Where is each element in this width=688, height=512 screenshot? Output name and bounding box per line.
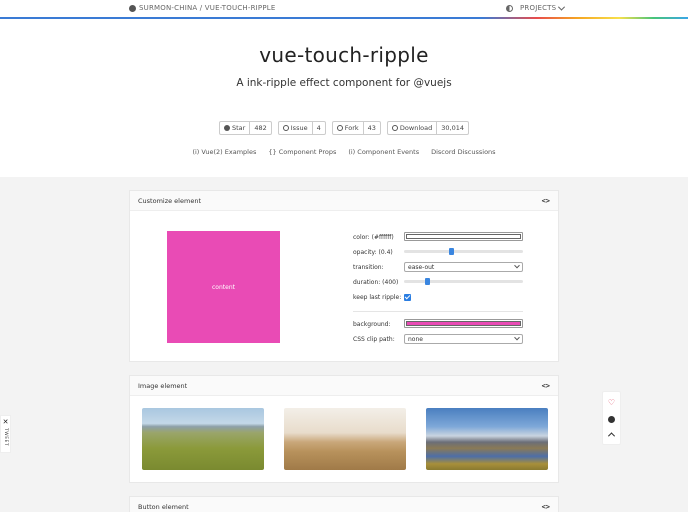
star-badge[interactable]: Star 482 [219, 121, 272, 135]
keep-last-row: keep last ripple: [353, 291, 523, 306]
x-icon: ✕ [2, 418, 9, 426]
props-link[interactable]: {} Component Props [268, 148, 336, 156]
github-icon [224, 125, 230, 131]
background-swatch [406, 321, 521, 326]
github-icon[interactable] [608, 415, 615, 423]
chevron-up-icon[interactable] [607, 432, 616, 440]
clip-path-select[interactable]: none [404, 334, 523, 344]
repo-link-label: SURMON-CHINA / VUE-TOUCH-RIPPLE [139, 4, 276, 12]
events-link[interactable]: (i) Component Events [348, 148, 419, 156]
card-header: Customize element <> [130, 191, 558, 211]
controls-panel: color: (#ffffff) opacity: (0.4) transiti… [353, 231, 523, 348]
issue-icon [282, 125, 289, 131]
projects-label: PROJECTS [520, 4, 557, 12]
opacity-slider[interactable] [404, 247, 523, 256]
code-toggle-icon[interactable]: <> [542, 197, 550, 205]
ripple-image-2[interactable] [284, 408, 406, 470]
transition-label: transition: [353, 264, 384, 271]
card-header: Image element <> [130, 376, 558, 396]
transition-select[interactable]: ease-out [404, 262, 523, 272]
download-badge[interactable]: Download 30,014 [386, 121, 469, 135]
keep-last-checkbox[interactable] [404, 294, 411, 301]
customize-card: Customize element <> content color: (#ff… [129, 190, 559, 362]
keep-last-checkbox-wrap [404, 294, 523, 301]
color-input[interactable] [404, 232, 523, 241]
card-header: Button element <> [130, 497, 558, 512]
fork-badge[interactable]: Fork 43 [331, 121, 381, 135]
color-label: color: (#ffffff) [353, 234, 394, 241]
badge-count: 43 [367, 124, 376, 132]
clip-path-label: CSS clip path: [353, 336, 395, 343]
github-icon [129, 4, 136, 12]
badge-row: Star 482 Issue 4 Fork 43 Download 30,014 [0, 121, 688, 135]
download-icon [391, 125, 398, 131]
badge-count: 482 [254, 124, 267, 132]
button-card: Button element <> [129, 496, 559, 512]
examples-link[interactable]: (i) Vue(2) Examples [192, 148, 256, 156]
divider [353, 311, 523, 312]
ripple-image-3[interactable] [426, 408, 548, 470]
card-title: Image element [138, 381, 188, 390]
background-label: background: [353, 321, 391, 328]
repo-link[interactable]: SURMON-CHINA / VUE-TOUCH-RIPPLE [129, 4, 276, 12]
slider-thumb[interactable] [448, 248, 454, 255]
code-toggle-icon[interactable]: <> [542, 382, 550, 390]
background-input[interactable] [404, 319, 523, 328]
card-title: Customize element [138, 196, 201, 205]
doc-links: (i) Vue(2) Examples {} Component Props (… [0, 148, 688, 156]
hero-section: vue-touch-ripple A ink-ripple effect com… [0, 19, 688, 177]
duration-row: duration: (400) [353, 276, 523, 291]
badge-label: Star [232, 124, 246, 132]
tweet-button[interactable]: ✕ TWEET [0, 415, 11, 453]
chevron-down-icon [514, 262, 520, 269]
badge-label: Fork [344, 124, 359, 132]
discord-link[interactable]: Discord Discussions [431, 148, 495, 156]
badge-count: 30,014 [441, 124, 464, 132]
page-subtitle: A ink-ripple effect component for @vuejs [236, 77, 452, 89]
issue-badge[interactable]: Issue 4 [277, 121, 326, 135]
duration-label: duration: (400) [353, 279, 399, 286]
opacity-label: opacity: (0.4) [353, 249, 393, 256]
badge-count: 4 [316, 124, 321, 132]
duration-slider[interactable] [404, 277, 523, 286]
page-title: vue-touch-ripple [259, 43, 429, 67]
floating-actions: ♡ [602, 391, 621, 445]
chevron-down-icon [558, 3, 566, 11]
clip-path-row: CSS clip path: none [353, 333, 523, 348]
fork-icon [336, 125, 343, 131]
slider-thumb[interactable] [424, 278, 430, 285]
keep-last-label: keep last ripple: [353, 294, 402, 301]
projects-menu[interactable]: PROJECTS [520, 3, 566, 12]
background-row: background: [353, 318, 523, 333]
color-row: color: (#ffffff) [353, 231, 523, 246]
transition-row: transition: ease-out [353, 261, 523, 276]
tweet-label: TWEET [3, 428, 8, 447]
heart-icon[interactable]: ♡ [608, 399, 615, 407]
preview-content: content [212, 283, 235, 291]
clip-path-value: none [408, 335, 423, 343]
opacity-row: opacity: (0.4) [353, 246, 523, 261]
code-toggle-icon[interactable]: <> [542, 503, 550, 511]
theme-toggle-icon[interactable] [506, 5, 513, 12]
transition-value: ease-out [408, 263, 435, 271]
slider-track [404, 280, 523, 283]
top-bar: SURMON-CHINA / VUE-TOUCH-RIPPLE PROJECTS [0, 0, 688, 19]
slider-track [404, 250, 523, 253]
color-swatch [406, 234, 521, 239]
card-title: Button element [138, 502, 189, 511]
badge-label: Download [399, 124, 433, 132]
ripple-preview[interactable]: content [167, 231, 280, 343]
badge-label: Issue [290, 124, 308, 132]
ripple-image-1[interactable] [142, 408, 264, 470]
chevron-down-icon [514, 334, 520, 341]
image-card: Image element <> [129, 375, 559, 483]
